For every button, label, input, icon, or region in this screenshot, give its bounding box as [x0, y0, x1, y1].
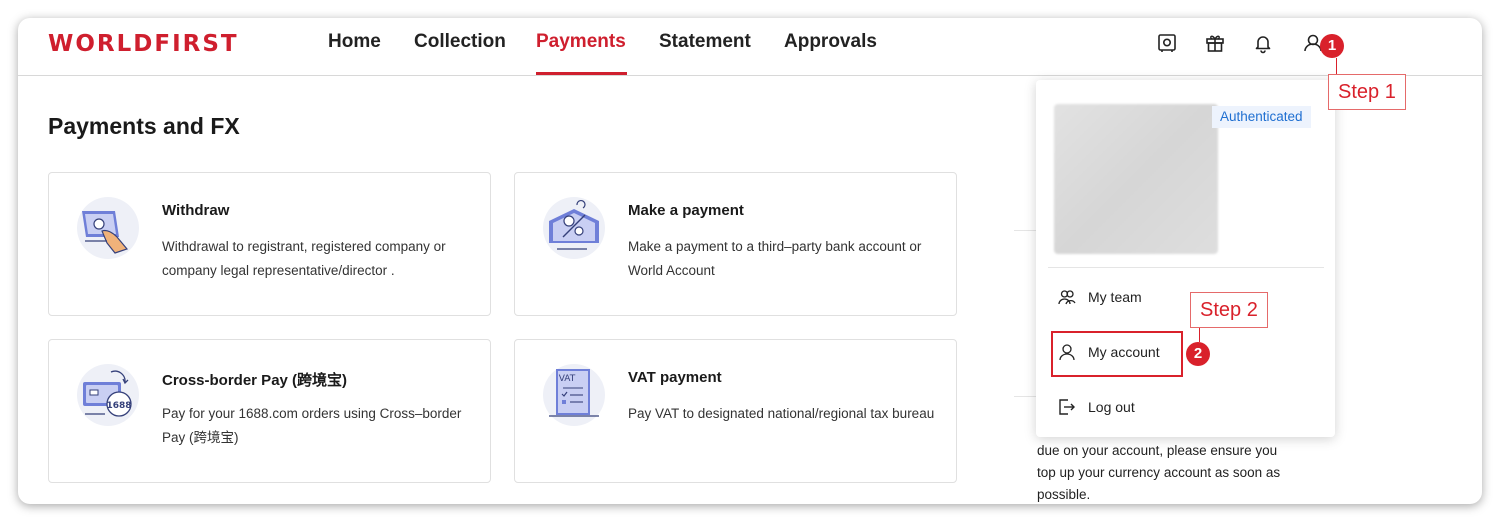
card-title: Withdraw [162, 202, 230, 219]
bell-icon[interactable] [1252, 32, 1274, 54]
menu-item-label: My team [1088, 289, 1142, 305]
icon-vat-text: VAT [559, 374, 576, 384]
safe-icon[interactable] [1156, 32, 1178, 54]
logout-icon [1058, 398, 1076, 416]
worldfirst-logo[interactable]: WORLDFIRST [48, 31, 239, 57]
balance-notice-text: due on your account, please ensure you t… [1037, 443, 1281, 502]
withdraw-icon [77, 197, 139, 259]
make-payment-card[interactable]: Make a payment Make a payment to a third… [514, 172, 957, 316]
menu-item-my-team[interactable]: My team [1058, 285, 1142, 309]
nav-payments[interactable]: Payments [536, 31, 626, 53]
cross-border-pay-icon: 1688 [77, 364, 139, 426]
cross-border-pay-card[interactable]: 1688 Cross-border Pay (跨境宝) Pay for your… [48, 339, 491, 483]
make-payment-icon [543, 197, 605, 259]
authenticated-badge: Authenticated [1212, 106, 1311, 128]
account-dropdown-menu: Authenticated My team My account Log out [1036, 80, 1335, 437]
card-title: Cross-border Pay (跨境宝) [162, 372, 348, 389]
step-1-label: Step 1 [1328, 74, 1406, 110]
gift-icon[interactable] [1204, 32, 1226, 54]
nav-approvals[interactable]: Approvals [784, 31, 877, 53]
nav-home[interactable]: Home [328, 31, 381, 53]
step-2-number-badge: 2 [1186, 342, 1210, 366]
card-description: Pay for your 1688.com orders using Cross… [162, 406, 462, 445]
nav-collection[interactable]: Collection [414, 31, 506, 53]
nav-active-indicator [536, 72, 627, 75]
nav-statement[interactable]: Statement [659, 31, 751, 53]
step-1-number-badge: 1 [1320, 34, 1344, 58]
team-icon [1058, 288, 1076, 306]
card-title: VAT payment [628, 369, 722, 386]
my-account-highlight [1051, 331, 1183, 377]
step-2-label: Step 2 [1190, 292, 1268, 328]
step-1-connector [1336, 58, 1337, 74]
vat-icon: VAT [543, 364, 605, 426]
blurred-account-info [1054, 104, 1218, 254]
card-description: Pay VAT to designated national/regional … [628, 406, 935, 421]
card-title: Make a payment [628, 202, 744, 219]
step-2-connector [1199, 328, 1200, 342]
vat-payment-card[interactable]: VAT VAT payment Pay VAT to designated na… [514, 339, 957, 483]
page-title: Payments and FX [48, 113, 240, 139]
app-window: WORLDFIRST Home Collection Payments Stat… [18, 18, 1482, 504]
menu-item-log-out[interactable]: Log out [1058, 395, 1135, 419]
card-description: Withdrawal to registrant, registered com… [162, 239, 446, 278]
card-description: Make a payment to a third–party bank acc… [628, 239, 922, 278]
withdraw-card[interactable]: Withdraw Withdrawal to registrant, regis… [48, 172, 491, 316]
dropdown-divider [1048, 267, 1324, 268]
menu-item-label: Log out [1088, 399, 1135, 415]
icon-1688-text: 1688 [106, 401, 131, 411]
top-navigation-bar: WORLDFIRST Home Collection Payments Stat… [18, 18, 1482, 76]
